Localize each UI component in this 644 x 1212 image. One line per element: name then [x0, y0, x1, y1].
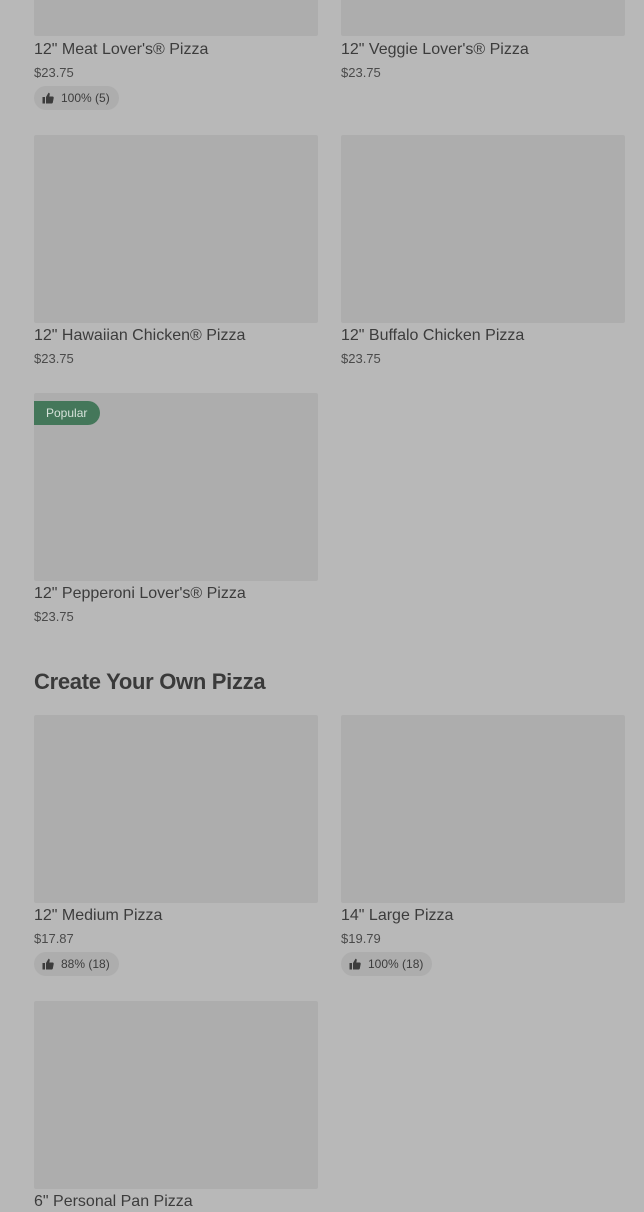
section-title: Create Your Own Pizza [34, 669, 266, 694]
rating-text: 100% (18) [368, 957, 424, 971]
rating-badge: 88% (18) [34, 952, 119, 976]
product-name[interactable]: 12" Medium Pizza [34, 906, 162, 926]
product-image[interactable] [34, 135, 318, 323]
rating-text: 88% (18) [61, 957, 110, 971]
rating-text: 100% (5) [61, 91, 110, 105]
product-image[interactable] [34, 0, 318, 36]
product-price: $23.75 [341, 65, 381, 80]
product-name[interactable]: 12" Buffalo Chicken Pizza [341, 326, 524, 346]
product-name[interactable]: 6" Personal Pan Pizza [34, 1192, 193, 1212]
product-name[interactable]: 12" Pepperoni Lover's® Pizza [34, 584, 246, 604]
product-image[interactable] [341, 135, 625, 323]
popular-badge: Popular [34, 401, 101, 425]
product-price: $23.75 [341, 351, 381, 366]
product-image[interactable] [341, 715, 625, 903]
product-price: $17.87 [34, 931, 74, 946]
thumbs-up-icon [42, 92, 54, 104]
product-name[interactable]: 12" Hawaiian Chicken® Pizza [34, 326, 245, 346]
thumbs-up-icon [42, 958, 54, 970]
rating-badge: 100% (5) [34, 86, 119, 110]
rating-badge: 100% (18) [341, 952, 433, 976]
product-price: $19.79 [341, 931, 381, 946]
product-image[interactable] [34, 715, 318, 903]
product-name[interactable]: 12" Veggie Lover's® Pizza [341, 40, 529, 60]
product-price: $23.75 [34, 65, 74, 80]
product-image[interactable] [341, 0, 625, 36]
product-name[interactable]: 14" Large Pizza [341, 906, 453, 926]
thumbs-up-icon [349, 958, 361, 970]
product-image[interactable] [34, 1001, 318, 1189]
product-price: $23.75 [34, 351, 74, 366]
product-name[interactable]: 12" Meat Lover's® Pizza [34, 40, 208, 60]
product-price: $23.75 [34, 609, 74, 624]
